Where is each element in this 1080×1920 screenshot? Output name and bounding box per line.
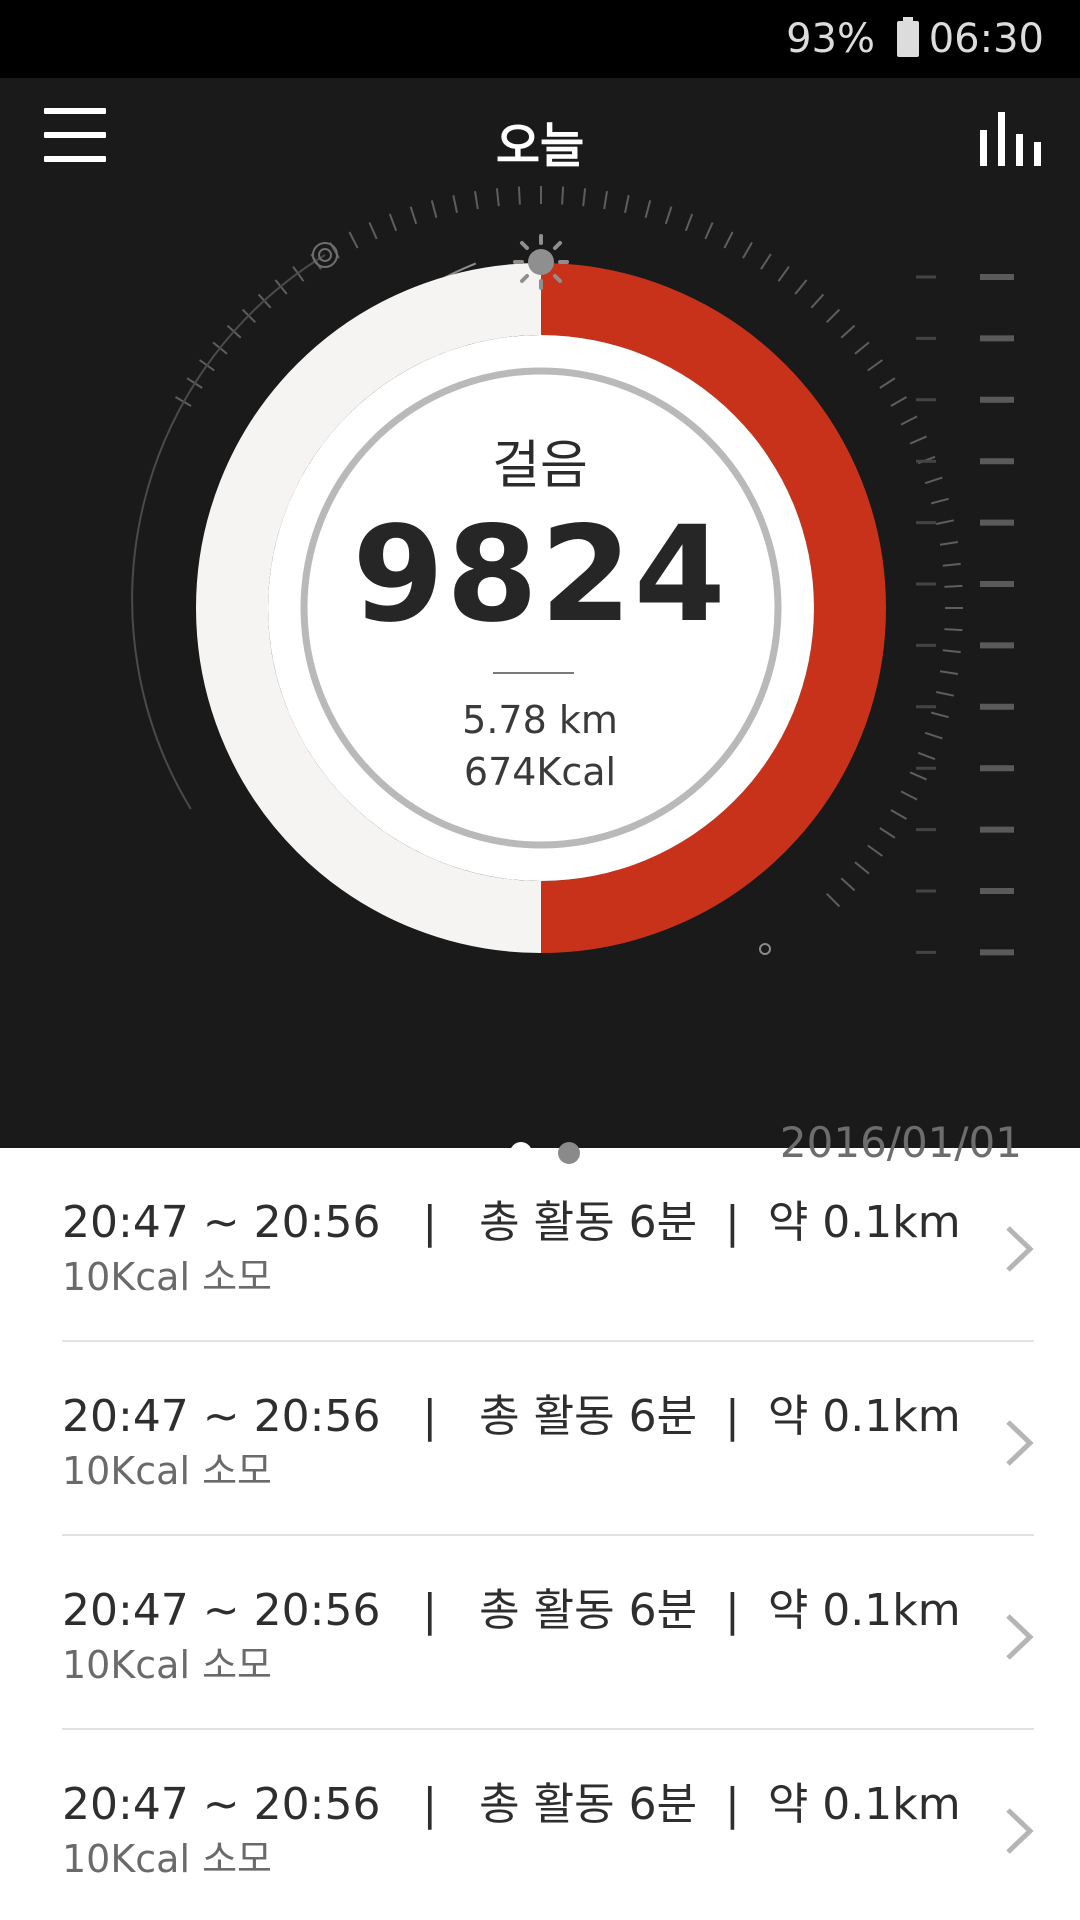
tick-mark bbox=[723, 231, 734, 249]
tick-mark bbox=[924, 731, 943, 740]
tick-mark bbox=[603, 191, 608, 210]
list-item[interactable]: 20:47 ~ 20:56 | 총 활동 6분 | 약 0.1km 10Kcal… bbox=[0, 1536, 1080, 1730]
list-item[interactable]: 20:47 ~ 20:56 | 총 활동 6분 | 약 0.1km 10Kcal… bbox=[0, 1342, 1080, 1536]
tick-mark bbox=[879, 377, 896, 389]
list-item[interactable]: 20:47 ~ 20:56 | 총 활동 6분 | 약 0.1km 10Kcal… bbox=[0, 1148, 1080, 1342]
activity-calories: 10Kcal 소모 bbox=[62, 1837, 273, 1881]
tick-mark bbox=[935, 691, 955, 697]
tick-mark bbox=[561, 186, 565, 205]
tick-mark bbox=[930, 711, 949, 719]
tick-mark bbox=[777, 266, 790, 282]
chevron-right-icon bbox=[1006, 1808, 1034, 1854]
activity-summary: 20:47 ~ 20:56 | 총 활동 6분 | 약 0.1km bbox=[62, 1391, 961, 1442]
tick-mark bbox=[840, 877, 856, 892]
tick-mark bbox=[900, 790, 918, 801]
tick-mark bbox=[388, 213, 398, 232]
tick-mark bbox=[900, 415, 918, 426]
tick-mark bbox=[825, 308, 841, 324]
tick-mark bbox=[517, 186, 521, 205]
tick-mark bbox=[810, 293, 825, 309]
activity-summary: 20:47 ~ 20:56 | 총 활동 6분 | 약 0.1km bbox=[62, 1779, 961, 1830]
tick-mark bbox=[644, 200, 652, 219]
tick-mark bbox=[890, 396, 907, 407]
distance-value: 5.78 km bbox=[462, 698, 618, 742]
tick-mark bbox=[825, 892, 841, 908]
activity-calories: 10Kcal 소모 bbox=[62, 1449, 273, 1493]
tick-mark bbox=[942, 649, 961, 654]
tick-mark bbox=[664, 206, 673, 225]
status-bar: 93% 06:30 bbox=[0, 0, 1080, 78]
activity-calories: 10Kcal 소모 bbox=[62, 1255, 273, 1299]
clock: 06:30 bbox=[928, 16, 1044, 62]
tick-mark bbox=[742, 242, 753, 259]
step-count: 9824 bbox=[352, 498, 728, 652]
side-scale bbox=[916, 274, 1014, 956]
tick-ring-end-icon bbox=[759, 943, 771, 955]
tick-mark bbox=[409, 206, 418, 225]
tick-mark bbox=[840, 324, 856, 339]
tick-mark bbox=[452, 194, 458, 214]
steps-label: 걸음 bbox=[492, 436, 588, 496]
tick-mark bbox=[624, 194, 630, 214]
tick-mark bbox=[942, 562, 961, 567]
tick-mark bbox=[854, 861, 870, 875]
battery-percentage: 93% bbox=[786, 16, 875, 62]
tick-mark bbox=[348, 231, 359, 249]
tick-mark bbox=[760, 253, 772, 270]
tick-mark bbox=[939, 541, 958, 546]
tick-mark bbox=[794, 279, 808, 295]
tick-mark bbox=[944, 628, 963, 632]
tick-mark bbox=[909, 771, 927, 781]
tick-mark bbox=[909, 435, 927, 445]
tick-mark bbox=[582, 188, 587, 207]
battery-icon bbox=[897, 17, 919, 57]
tick-mark bbox=[930, 497, 949, 505]
activity-summary: 20:47 ~ 20:56 | 총 활동 6분 | 약 0.1km bbox=[62, 1585, 961, 1636]
tick-mark bbox=[867, 359, 883, 372]
tick-mark bbox=[944, 584, 963, 588]
calories-value: 674Kcal bbox=[463, 750, 617, 794]
activity-list: 20:47 ~ 20:56 | 총 활동 6분 | 약 0.1km 10Kcal… bbox=[0, 1148, 1080, 1920]
tick-mark bbox=[879, 827, 896, 839]
tick-mark bbox=[867, 844, 883, 857]
activity-summary: 20:47 ~ 20:56 | 총 활동 6분 | 약 0.1km bbox=[62, 1197, 961, 1248]
list-item[interactable]: 20:47 ~ 20:56 | 총 활동 6분 | 약 0.1km 10Kcal… bbox=[0, 1730, 1080, 1920]
tick-mark bbox=[495, 188, 500, 207]
tick-mark bbox=[854, 341, 870, 355]
tick-mark bbox=[474, 191, 479, 210]
tick-mark bbox=[935, 519, 955, 525]
tick-mark bbox=[917, 751, 936, 761]
tick-mark bbox=[890, 809, 907, 820]
tick-mark bbox=[704, 222, 714, 240]
sun-icon bbox=[513, 234, 569, 290]
tick-mark bbox=[939, 670, 958, 675]
activity-calories: 10Kcal 소모 bbox=[62, 1643, 273, 1687]
tick-mark bbox=[368, 222, 378, 240]
chevron-right-icon bbox=[1006, 1226, 1034, 1272]
tick-mark bbox=[684, 213, 694, 232]
today-dashboard: 오늘 걸음 9824 5.78 km 674Kcal 2016/01/01 bbox=[0, 78, 1080, 1167]
tick-mark bbox=[430, 200, 438, 219]
chevron-right-icon bbox=[1006, 1420, 1034, 1466]
chevron-right-icon bbox=[1006, 1614, 1034, 1660]
tick-mark bbox=[924, 476, 943, 485]
